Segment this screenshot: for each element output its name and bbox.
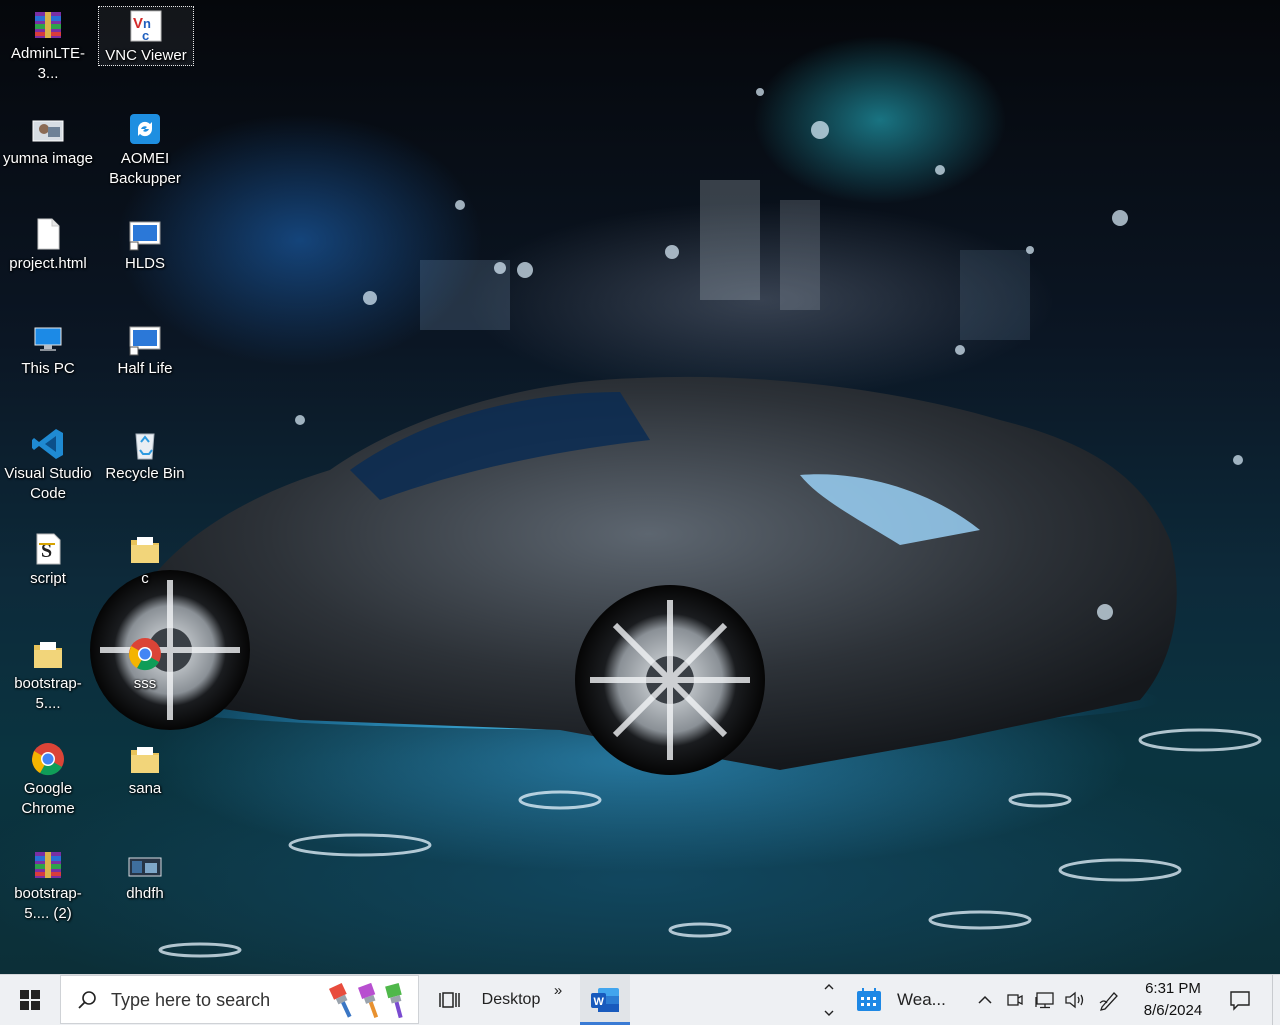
image-file-icon <box>32 120 64 142</box>
icon-label: script <box>30 570 66 587</box>
icon-label: sss <box>133 675 157 692</box>
desktop-icon-bootstrap-archive[interactable]: bootstrap-5.... (2) <box>0 840 96 944</box>
chevron-up-icon <box>978 995 992 1004</box>
meet-now-icon <box>1007 994 1023 1006</box>
vscode-icon <box>32 429 63 459</box>
half-life-app-icon <box>129 326 161 356</box>
desktop-icon-vnc-viewer[interactable]: V n c VNC Viewer <box>98 6 194 66</box>
svg-text:c: c <box>142 28 149 43</box>
tray-network-button[interactable] <box>1032 975 1058 1025</box>
hlds-app-icon <box>129 221 161 251</box>
desktop-icon-google-chrome[interactable]: Google Chrome <box>0 735 96 839</box>
icon-label: Half Life <box>117 360 173 377</box>
clock-date: 8/6/2024 <box>1143 1002 1203 1019</box>
winrar-archive-icon <box>35 12 61 38</box>
task-view-icon <box>439 992 460 1008</box>
windows-logo-icon <box>20 990 40 1010</box>
search-placeholder: Type here to search <box>111 990 271 1010</box>
recycle-bin-icon <box>135 433 155 460</box>
desktop-icon-yumna-image[interactable]: yumna image <box>0 105 96 209</box>
desktop-icon-folder-c[interactable]: c <box>97 525 193 629</box>
svg-text:W: W <box>594 996 605 1008</box>
toolbar-overflow-button[interactable]: » <box>548 965 568 1015</box>
taskbar-clock[interactable]: 6:31 PM 8/6/2024 <box>1133 978 1213 1022</box>
tray-pen-button[interactable] <box>1095 975 1125 1025</box>
desktop-icon-this-pc[interactable]: This PC <box>0 315 96 419</box>
icon-label: Visual Studio Code <box>4 465 92 502</box>
icon-label: VNC Viewer <box>105 47 187 64</box>
desktop-toolbar-label: Desktop <box>481 991 541 1008</box>
tray-device-button[interactable] <box>1003 975 1027 1025</box>
taskbar-scroll-buttons[interactable] <box>818 975 840 1025</box>
icon-label: Recycle Bin <box>105 465 185 482</box>
icon-label: project.html <box>9 255 87 272</box>
overflow-chevron-icon: » <box>553 981 563 999</box>
weather-label: Wea... <box>897 990 946 1009</box>
aomei-backupper-icon <box>130 114 160 144</box>
this-pc-icon <box>34 327 62 351</box>
network-icon <box>1035 992 1054 1009</box>
task-view-button[interactable] <box>430 975 470 1025</box>
folder-icon <box>131 537 159 563</box>
icon-label: sana <box>128 780 162 797</box>
start-button[interactable] <box>0 975 60 1025</box>
desktop-icon-dhdfh[interactable]: dhdfh <box>97 840 193 944</box>
taskbar-search-box[interactable]: Type here to search <box>60 975 419 1024</box>
icon-label: yumna image <box>2 150 94 167</box>
tray-volume-button[interactable] <box>1062 975 1088 1025</box>
desktop-icon-sss[interactable]: sss <box>97 630 193 734</box>
html-file-icon <box>37 218 60 250</box>
show-desktop-button[interactable] <box>1272 975 1280 1025</box>
taskbar-word-button[interactable]: W <box>580 975 630 1025</box>
desktop-icon-vscode[interactable]: Visual Studio Code <box>0 420 96 524</box>
folder-icon <box>131 747 159 773</box>
icon-label: c <box>141 570 149 587</box>
desktop-icon-project-html[interactable]: project.html <box>0 210 96 314</box>
icon-label: dhdfh <box>126 885 164 902</box>
icon-label: Google Chrome <box>21 780 75 817</box>
chrome-icon <box>31 743 64 776</box>
icon-label: AdminLTE-3... <box>11 45 85 82</box>
volume-icon <box>1065 991 1084 1009</box>
script-file-icon: S <box>36 533 61 565</box>
desktop-icon-sana[interactable]: sana <box>97 735 193 839</box>
icon-label: HLDS <box>124 255 165 272</box>
desktop-icon-adminlte[interactable]: AdminLTE-3... <box>0 0 96 104</box>
taskbar: Type here to search Desktop » W Wea... 6… <box>0 974 1280 1025</box>
desktop-toolbar[interactable]: Desktop <box>476 975 546 1025</box>
pen-workspace-icon <box>1099 992 1118 1011</box>
clock-time: 6:31 PM <box>1145 980 1201 997</box>
chrome-icon <box>128 638 161 671</box>
desktop-icon-bootstrap-folder[interactable]: bootstrap-5.... <box>0 630 96 734</box>
icon-label: bootstrap-5.... <box>14 675 82 712</box>
vnc-viewer-icon: V n c <box>130 10 162 43</box>
calendar-widget-icon <box>857 988 881 1011</box>
paint-brushes-icon <box>329 982 403 1019</box>
search-icon <box>78 991 96 1009</box>
word-app-icon: W <box>591 988 619 1012</box>
icon-label: bootstrap-5.... (2) <box>14 885 82 922</box>
show-hidden-icons-button[interactable] <box>972 975 998 1025</box>
desktop-icon-aomei-backupper[interactable]: AOMEI Backupper <box>97 105 193 209</box>
icon-label: This PC <box>21 360 75 377</box>
desktop-icon-recycle-bin[interactable]: Recycle Bin <box>97 420 193 524</box>
desktop-icon-script[interactable]: S script <box>0 525 96 629</box>
notification-center-button[interactable] <box>1218 975 1262 1025</box>
folder-icon <box>34 642 62 668</box>
image-file-icon <box>128 857 162 877</box>
chevron-up-icon[interactable] <box>823 981 835 993</box>
desktop-icon-half-life[interactable]: Half Life <box>97 315 193 419</box>
winrar-archive-icon <box>35 852 61 878</box>
icon-label: AOMEI Backupper <box>109 150 181 187</box>
weather-widget[interactable]: Wea... <box>855 975 955 1025</box>
notification-icon <box>1230 991 1250 1011</box>
desktop-icon-hlds[interactable]: HLDS <box>97 210 193 314</box>
chevron-down-icon[interactable] <box>823 1007 835 1019</box>
